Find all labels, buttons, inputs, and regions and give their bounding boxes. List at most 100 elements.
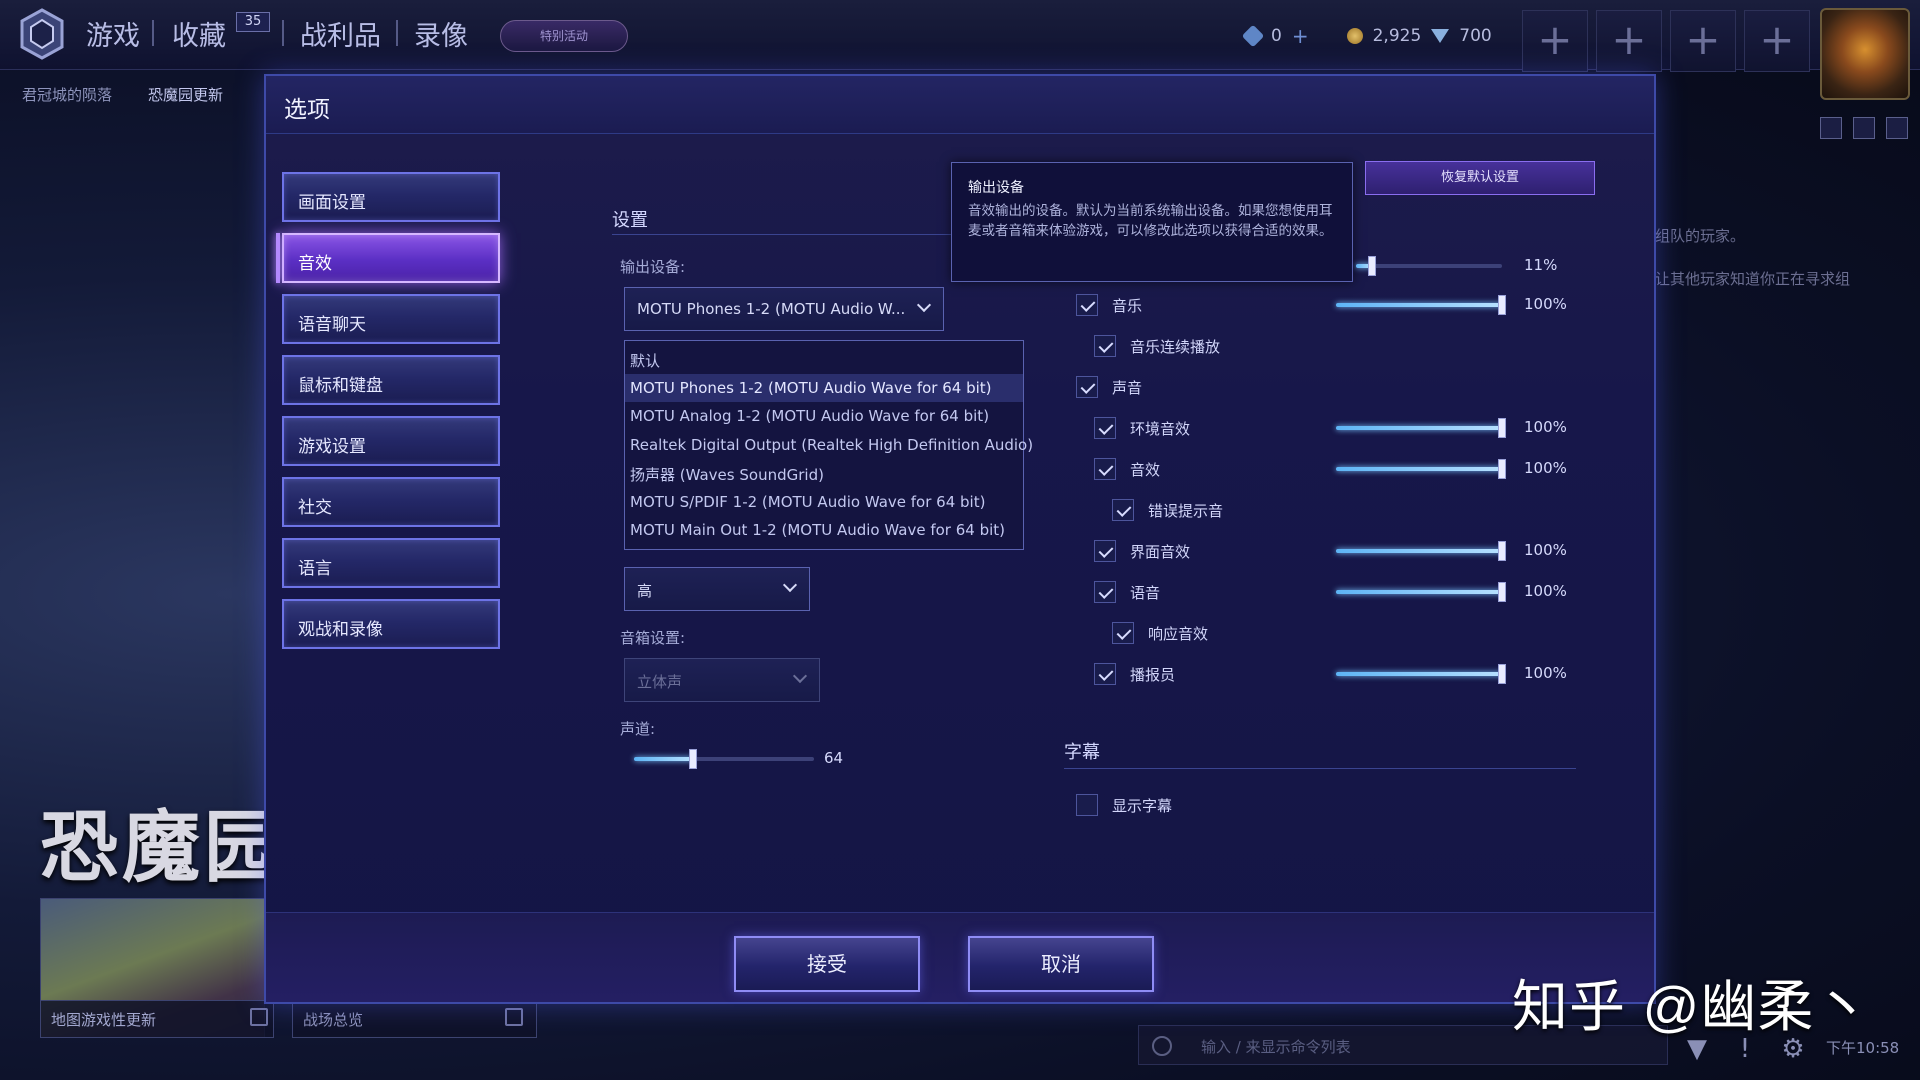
category-voice-chat[interactable]: 语音聊天 (282, 294, 500, 344)
output-device-dropdown[interactable]: MOTU Phones 1-2 (MOTU Audio W... (624, 287, 944, 331)
nav-collection[interactable]: 收藏 (172, 14, 226, 53)
output-option[interactable]: 扬声器 (Waves SoundGrid) (625, 459, 1023, 488)
sound-checkbox[interactable] (1076, 376, 1098, 398)
slider-handle[interactable] (1498, 459, 1506, 479)
slider-handle[interactable] (689, 749, 697, 769)
subnav-item-active[interactable]: 恐魔园更新 (148, 84, 223, 105)
voice-checkbox[interactable] (1094, 581, 1116, 603)
slider-handle[interactable] (1498, 541, 1506, 561)
shard-count: 700 (1459, 26, 1492, 46)
subtitles-section-header: 字幕 (1064, 742, 1100, 763)
map-update-caption[interactable]: 地图游戏性更新 (40, 1000, 274, 1038)
announcer-volume-slider[interactable] (1336, 664, 1506, 684)
accept-button[interactable]: 接受 (734, 936, 920, 992)
category-gameplay[interactable]: 游戏设置 (282, 416, 500, 466)
output-option[interactable]: MOTU Analog 1-2 (MOTU Audio Wave for 64 … (625, 402, 1023, 431)
response-sound-checkbox[interactable] (1112, 622, 1134, 644)
output-device-tooltip: 输出设备 音效输出的设备。默认为当前系统输出设备。如果您想使用耳麦或者音箱来体验… (951, 162, 1353, 282)
error-sound-checkbox[interactable] (1112, 499, 1134, 521)
sound-effects-checkbox[interactable] (1094, 458, 1116, 480)
background-hint-text: 组队的玩家。 (1655, 227, 1746, 245)
ui-sound-checkbox[interactable] (1094, 540, 1116, 562)
output-option[interactable]: Realtek Digital Output (Realtek High Def… (625, 431, 1033, 460)
external-link-icon[interactable] (505, 1008, 523, 1026)
slider-fill (1336, 549, 1502, 553)
battleground-overview-caption[interactable]: 战场总览 (292, 1000, 537, 1038)
sound-label: 声音 (1112, 379, 1143, 397)
player-portrait-avatar[interactable] (1820, 8, 1910, 100)
category-graphics[interactable]: 画面设置 (282, 172, 500, 222)
tooltip-body: 音效输出的设备。默认为当前系统输出设备。如果您想使用耳麦或者音箱来体验游戏，可以… (968, 203, 1333, 239)
output-option[interactable]: 默认 (625, 345, 1023, 374)
party-slot-plus-icon[interactable]: + (1670, 10, 1736, 72)
add-gems-icon[interactable]: + (1292, 24, 1309, 48)
ambient-volume-pct: 100% (1524, 418, 1567, 436)
slider-fill (1336, 467, 1502, 471)
category-sound[interactable]: 音效 (276, 233, 500, 283)
party-slot-plus-icon[interactable]: + (1596, 10, 1662, 72)
sound-effects-label: 音效 (1130, 461, 1161, 479)
output-option-selected[interactable]: MOTU Phones 1-2 (MOTU Audio Wave for 64 … (625, 373, 1023, 402)
channels-slider[interactable] (634, 749, 814, 769)
speaker-setup-label: 音箱设置: (620, 629, 686, 647)
tooltip-title: 输出设备 (968, 180, 1024, 196)
home-icon[interactable] (1886, 117, 1908, 139)
settings-section-header: 设置 (612, 210, 648, 231)
ui-sound-volume-slider[interactable] (1336, 541, 1506, 561)
sound-quality-dropdown[interactable]: 高 (624, 567, 810, 611)
ambient-sound-label: 环境音效 (1130, 420, 1191, 438)
gem-icon (1241, 24, 1265, 48)
special-event-button[interactable]: 特别活动 (500, 20, 628, 52)
nav-divider (152, 20, 154, 46)
voice-volume-slider[interactable] (1336, 582, 1506, 602)
external-link-icon[interactable] (250, 1008, 268, 1026)
nav-divider (396, 20, 398, 46)
nav-replays[interactable]: 录像 (414, 14, 468, 53)
category-language[interactable]: 语言 (282, 538, 500, 588)
error-sound-label: 错误提示音 (1148, 502, 1224, 520)
category-social[interactable]: 社交 (282, 477, 500, 527)
ambient-volume-slider[interactable] (1336, 418, 1506, 438)
music-volume-slider[interactable] (1336, 295, 1506, 315)
restore-defaults-button[interactable]: 恢复默认设置 (1365, 161, 1595, 195)
continuous-music-checkbox[interactable] (1094, 335, 1116, 357)
slider-fill (1336, 426, 1502, 430)
slider-handle[interactable] (1498, 418, 1506, 438)
response-sound-label: 响应音效 (1148, 625, 1209, 643)
category-mouse-keyboard[interactable]: 鼠标和键盘 (282, 355, 500, 405)
slider-handle[interactable] (1498, 664, 1506, 684)
party-slot-plus-icon[interactable]: + (1522, 10, 1588, 72)
category-observer-replays[interactable]: 观战和录像 (282, 599, 500, 649)
output-option[interactable]: MOTU S/PDIF 1-2 (MOTU Audio Wave for 64 … (625, 488, 1023, 517)
nav-loot[interactable]: 战利品 (300, 14, 381, 53)
chevron-down-icon (792, 668, 808, 684)
voice-volume-pct: 100% (1524, 582, 1567, 600)
ambient-sound-checkbox[interactable] (1094, 417, 1116, 439)
subnav-item[interactable]: 君冠城的陨落 (22, 84, 112, 105)
sound-effects-volume-slider[interactable] (1336, 459, 1506, 479)
announcer-checkbox[interactable] (1094, 663, 1116, 685)
slider-handle[interactable] (1498, 295, 1506, 315)
background-hint-text: 让其他玩家知道你正在寻求组 (1655, 270, 1851, 288)
emoji-icon[interactable] (1152, 1036, 1172, 1056)
slider-handle[interactable] (1368, 256, 1376, 276)
slider-handle[interactable] (1498, 582, 1506, 602)
game-logo-icon[interactable] (18, 8, 66, 60)
trophy-icon[interactable] (1853, 117, 1875, 139)
slider-fill (634, 757, 693, 761)
cancel-button[interactable]: 取消 (968, 936, 1154, 992)
output-option[interactable]: MOTU Main Out 1-2 (MOTU Audio Wave for 6… (625, 516, 1023, 545)
master-volume-slider[interactable] (1356, 256, 1502, 276)
music-checkbox[interactable] (1076, 294, 1098, 316)
party-slot-plus-icon[interactable]: + (1744, 10, 1810, 72)
category-label: 观战和录像 (298, 620, 383, 640)
nav-games[interactable]: 游戏 (86, 14, 140, 53)
show-subtitles-checkbox[interactable] (1076, 794, 1098, 816)
collection-count-badge: 35 (236, 12, 270, 32)
nav-divider (282, 20, 284, 46)
settings-small-icon[interactable] (1820, 117, 1842, 139)
speaker-setup-dropdown[interactable]: 立体声 (624, 658, 820, 702)
show-subtitles-label: 显示字幕 (1112, 797, 1173, 815)
channels-label: 声道: (620, 720, 656, 738)
slider-fill (1336, 590, 1502, 594)
